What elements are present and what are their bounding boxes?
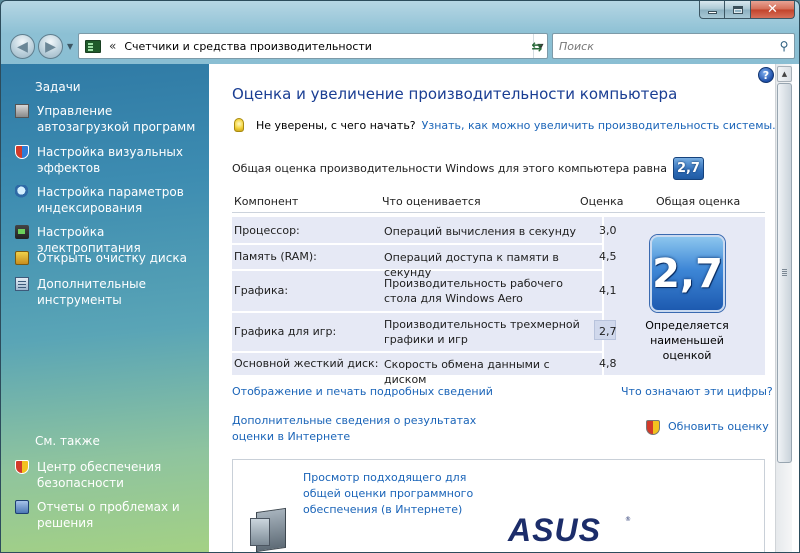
base-score-badge: 2,7 — [650, 235, 725, 312]
component-name: Графика для игр: — [234, 325, 337, 338]
sidebar-item-label: Центр обеспечения безопасности — [37, 460, 162, 490]
task-pane: Задачи Управление автозагрузкой программ… — [1, 64, 209, 552]
component-score: 4,8 — [599, 357, 617, 370]
tip-text: Не уверены, с чего начать? — [256, 118, 416, 132]
power-icon — [15, 225, 29, 239]
refresh-button[interactable]: ⇆ — [526, 38, 548, 56]
view-software-link[interactable]: Просмотр подходящего для общей оценки пр… — [303, 470, 493, 518]
sidebar-item-problem-reports[interactable]: Отчеты о проблемах и решения — [15, 499, 205, 531]
component-score: 4,5 — [599, 250, 617, 263]
problem-reports-icon — [15, 500, 29, 514]
sidebar-item-label: Настройка визуальных эффектов — [37, 145, 184, 175]
table-header: Компонент Что оценивается Оценка Общая о… — [232, 187, 765, 213]
component-description: Производительность рабочего стола для Wi… — [384, 277, 564, 305]
update-score-link[interactable]: Обновить оценку — [668, 419, 769, 435]
sidebar-item-disk-cleanup[interactable]: Открыть очистку диска — [15, 250, 205, 266]
component-name: Графика: — [234, 284, 289, 297]
caption-buttons: ✕ — [699, 1, 795, 19]
startup-icon — [15, 104, 29, 118]
see-also-heading: См. также — [35, 434, 100, 448]
tip-row: Не уверены, с чего начать? Узнать, как м… — [234, 118, 776, 132]
column-header-score: Оценка — [580, 195, 624, 208]
component-description: Скорость обмена данными с диском — [384, 358, 550, 386]
sidebar-item-label: Открыть очистку диска — [37, 251, 187, 265]
component-description: Производительность трехмерной графики и … — [384, 318, 580, 346]
chevron-up-icon: ▲ — [781, 70, 788, 78]
score-table: Процессор: Операций вычисления в секунду… — [232, 217, 765, 386]
forward-button[interactable]: ▶ — [38, 34, 63, 59]
sidebar-item-label: Дополнительные инструменты — [37, 277, 147, 307]
search-box[interactable]: Поиск ⚲ — [552, 33, 795, 59]
recent-pages-dropdown[interactable]: ▼ — [67, 42, 73, 51]
column-header-what: Что оценивается — [382, 195, 481, 208]
trademark-mark: ® — [625, 516, 631, 523]
page-title: Оценка и увеличение производительности к… — [232, 85, 678, 103]
navigation-bar: ◀ ▶ ▼ « Счетчики и средства производител… — [1, 29, 799, 63]
maximize-button[interactable] — [725, 1, 751, 19]
sidebar-item-indexing[interactable]: Настройка параметров индексирования — [15, 184, 205, 216]
sidebar-item-advanced-tools[interactable]: Дополнительные инструменты — [15, 276, 205, 308]
disk-cleanup-icon — [15, 251, 29, 265]
uac-shield-icon — [646, 419, 660, 435]
minimize-icon — [707, 11, 717, 14]
software-box-icon — [250, 502, 294, 552]
grip-icon — [782, 269, 787, 270]
address-bar[interactable]: « Счетчики и средства производительности… — [78, 33, 548, 59]
forward-arrow-icon: ▶ — [45, 38, 56, 55]
overall-score-label: Общая оценка производительности Windows … — [232, 162, 667, 175]
tools-icon — [15, 277, 29, 291]
asus-logo: ASUS — [508, 512, 601, 548]
refresh-icon: ⇆ — [531, 39, 543, 55]
sidebar-item-label: Отчеты о проблемах и решения — [37, 500, 180, 530]
online-results-link[interactable]: Дополнительные сведения о результатах — [232, 413, 476, 429]
component-score: 3,0 — [599, 224, 617, 237]
component-name: Процессор: — [234, 224, 300, 237]
component-score: 2,7 — [599, 325, 617, 338]
breadcrumb-overflow[interactable]: « — [109, 39, 116, 53]
shield-icon — [15, 145, 29, 159]
improve-performance-link[interactable]: Узнать, как можно увеличить производител… — [422, 119, 776, 132]
close-icon: ✕ — [767, 2, 778, 17]
sidebar-item-label: Управление автозагрузкой программ — [37, 104, 196, 134]
base-score-caption: Определяется наименьшей оценкой — [645, 319, 729, 362]
scroll-up-button[interactable]: ▲ — [777, 66, 792, 82]
back-button[interactable]: ◀ — [10, 34, 35, 59]
sidebar-item-security-center[interactable]: Центр обеспечения безопасности — [15, 459, 205, 491]
minimize-button[interactable] — [699, 1, 725, 19]
scrollbar-thumb[interactable] — [777, 83, 792, 463]
lightbulb-icon — [234, 118, 244, 132]
sidebar-item-label: Настройка параметров индексирования — [37, 185, 184, 215]
index-icon — [15, 185, 29, 199]
help-icon[interactable]: ? — [758, 67, 774, 83]
maximize-icon — [732, 5, 743, 14]
breadcrumb[interactable]: Счетчики и средства производительности — [124, 40, 533, 53]
component-name: Основной жесткий диск: — [234, 357, 379, 370]
overall-score-badge: 2,7 — [672, 157, 704, 180]
overall-score-row: Общая оценка производительности Windows … — [232, 157, 704, 180]
content-area: ? ▲ Оценка и увеличение производительнос… — [209, 64, 799, 552]
column-header-component: Компонент — [234, 195, 299, 208]
sidebar-item-visual-effects[interactable]: Настройка визуальных эффектов — [15, 144, 205, 176]
vertical-scrollbar[interactable]: ▲ — [775, 64, 792, 552]
performance-tools-icon — [85, 39, 101, 53]
what-do-numbers-mean-link[interactable]: Что означают эти цифры? — [621, 384, 773, 400]
view-details-link[interactable]: Отображение и печать подробных сведений — [232, 384, 493, 400]
online-results-link-line2[interactable]: оценки в Интернете — [232, 429, 350, 445]
search-icon[interactable]: ⚲ — [774, 34, 794, 58]
update-score-button[interactable]: Обновить оценку — [646, 419, 769, 435]
close-button[interactable]: ✕ — [751, 1, 795, 19]
back-arrow-icon: ◀ — [17, 38, 28, 55]
tasks-heading: Задачи — [35, 80, 81, 94]
search-input[interactable]: Поиск — [559, 40, 774, 53]
software-box-front — [250, 518, 270, 546]
security-center-icon — [15, 460, 29, 474]
software-box: Просмотр подходящего для общей оценки пр… — [232, 459, 765, 552]
column-header-base-score: Общая оценка — [656, 195, 741, 208]
component-description: Операций вычисления в секунду — [384, 225, 576, 238]
component-name: Память (RAM): — [234, 250, 317, 263]
performance-window: ✕ ◀ ▶ ▼ « Счетчики и средства производит… — [0, 0, 800, 553]
sidebar-item-startup[interactable]: Управление автозагрузкой программ — [15, 103, 205, 135]
component-score: 4,1 — [599, 284, 617, 297]
